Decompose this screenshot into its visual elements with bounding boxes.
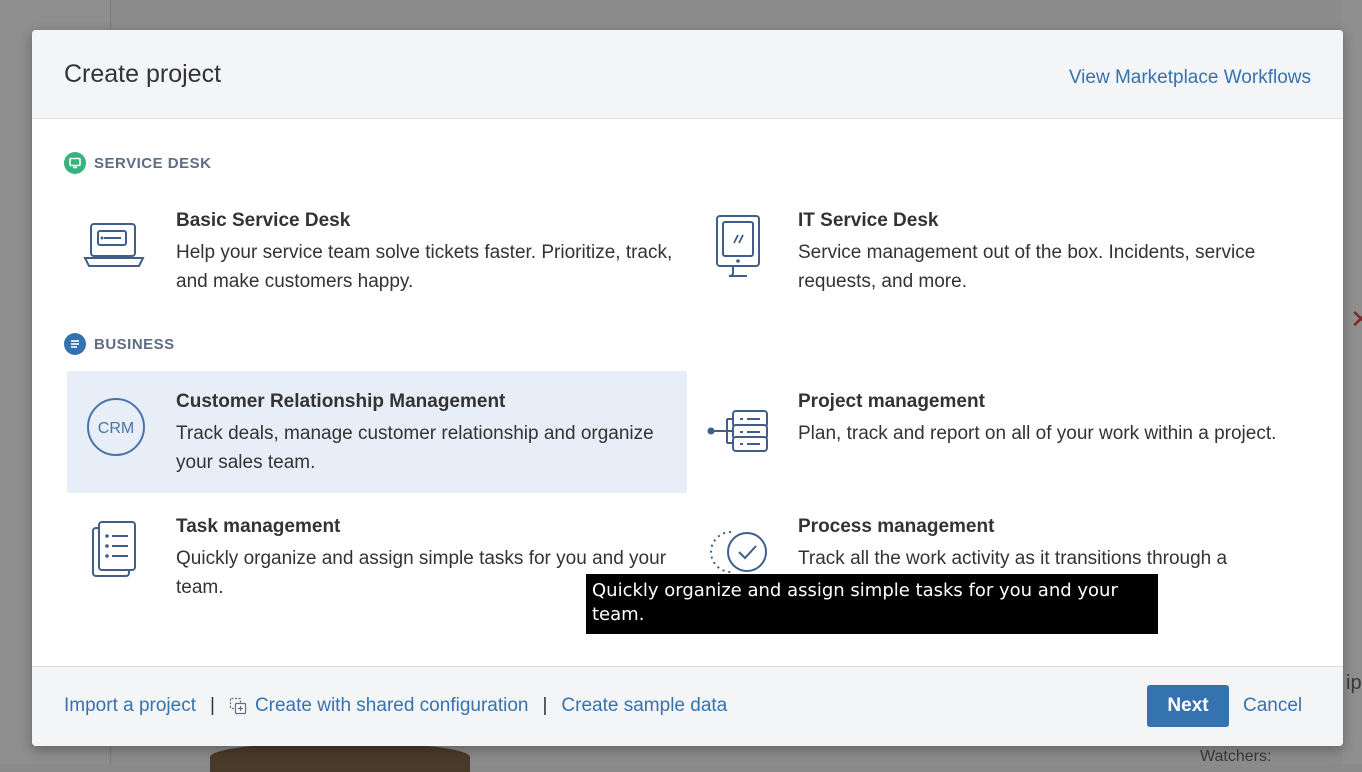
crm-icon: CRM <box>81 391 151 461</box>
template-name: Basic Service Desk <box>176 210 351 231</box>
create-shared-configuration-link[interactable]: Create with shared configuration <box>229 695 529 717</box>
template-name: Task management <box>176 516 341 537</box>
background-watchers-label: Watchers: <box>1200 748 1272 765</box>
template-description: Plan, track and report on all of your wo… <box>798 423 1277 444</box>
template-description: Help your service team solve tickets fas… <box>176 242 673 292</box>
section-heading-service-desk: SERVICE DESK <box>64 152 211 174</box>
import-project-link[interactable]: Import a project <box>64 695 196 717</box>
section-label: BUSINESS <box>94 335 175 353</box>
dialog-footer: Import a project | Create with shared co… <box>32 666 1343 746</box>
template-description: Track all the work activity as it transi… <box>798 548 1228 569</box>
dialog-header: Create project View Marketplace Workflow… <box>32 30 1343 119</box>
create-sample-data-link[interactable]: Create sample data <box>561 695 727 717</box>
template-basic-service-desk[interactable]: Basic Service Desk Help your service tea… <box>67 190 687 312</box>
section-label: SERVICE DESK <box>94 154 212 172</box>
dialog-title: Create project <box>64 60 222 88</box>
footer-links: Import a project | Create with shared co… <box>64 695 727 717</box>
view-marketplace-workflows-link[interactable]: View Marketplace Workflows <box>1069 67 1311 89</box>
monitor-stand-icon <box>703 210 773 280</box>
laptop-icon <box>81 210 151 280</box>
template-project-management[interactable]: Project management Plan, track and repor… <box>689 371 1309 493</box>
crm-icon-text: CRM <box>98 420 134 437</box>
section-heading-business: BUSINESS <box>64 333 175 355</box>
monitor-icon <box>64 152 86 174</box>
next-button[interactable]: Next <box>1147 685 1229 727</box>
background-text-fragment: ip <box>1346 672 1362 694</box>
background-right-panel <box>1342 0 1362 764</box>
template-name: IT Service Desk <box>798 210 939 231</box>
template-it-service-desk[interactable]: IT Service Desk Service management out o… <box>689 190 1309 312</box>
footer-separator: | <box>542 695 548 716</box>
checklist-icon <box>81 516 151 586</box>
footer-separator: | <box>210 695 215 716</box>
create-project-dialog: Create project View Marketplace Workflow… <box>32 30 1343 746</box>
shared-config-icon <box>229 697 247 715</box>
template-name: Customer Relationship Management <box>176 391 506 412</box>
template-name: Project management <box>798 391 985 412</box>
background-image <box>210 742 470 772</box>
template-name: Process management <box>798 516 995 537</box>
tooltip: Quickly organize and assign simple tasks… <box>586 574 1158 634</box>
list-icon <box>64 333 86 355</box>
create-shared-configuration-label: Create with shared configuration <box>254 695 529 716</box>
template-crm[interactable]: CRM Customer Relationship Management Tra… <box>67 371 687 493</box>
hierarchy-icon <box>703 391 773 461</box>
template-description: Service management out of the box. Incid… <box>798 242 1256 292</box>
background-close-icon: ✕ <box>1350 304 1362 334</box>
cancel-link[interactable]: Cancel <box>1243 695 1302 717</box>
template-description: Track deals, manage customer relationshi… <box>176 423 654 473</box>
